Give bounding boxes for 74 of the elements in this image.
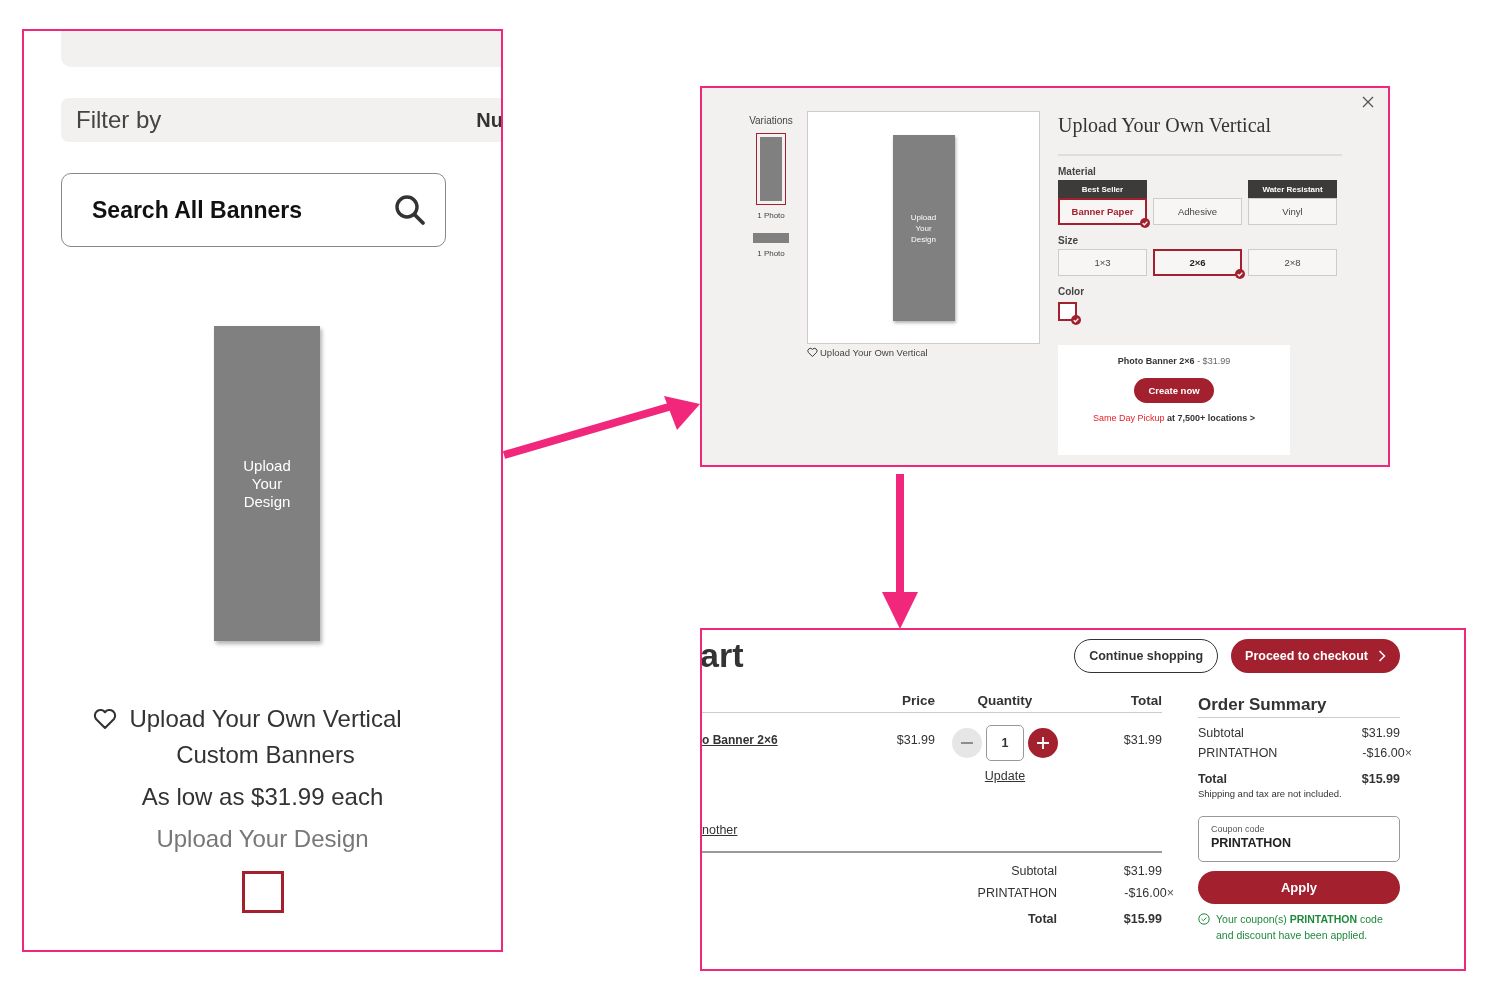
summary-title: Order Summary [1198,695,1400,718]
text-link[interactable]: nother [702,823,738,837]
price-cell-text: $31.99 [895,733,935,747]
decrease-button[interactable] [952,728,982,758]
variations-label: Variations [749,115,793,126]
pickup-link[interactable]: Same Day Pickup at 7,500+ locations > [1092,413,1256,423]
update-link[interactable]: Update [984,769,1026,783]
success-message: Your coupon(s) PRINTATHON code and discount have been applied. [1216,912,1384,943]
option-button[interactable]: Banner Paper [1058,198,1147,225]
summary-value: $31.99 [1123,863,1162,878]
option-button[interactable]: 2×8 [1248,249,1337,276]
shipping-note: Shipping and tax are not included. [1198,788,1343,799]
close-icon [1362,96,1374,108]
create-button[interactable]: Create now [1134,378,1214,403]
chevron-icon [1378,650,1386,662]
section-label: Color [1058,286,1086,297]
variation-caption: 1 Photo [757,249,785,258]
remove-button[interactable]: × [1404,746,1412,760]
option-badge: Water Resistant [1248,180,1337,198]
field-value: PRINTATHON [1211,836,1293,850]
remove-button[interactable]: × [1166,885,1174,900]
summary-value: $15.99 [1361,772,1400,786]
section-label: Size [1058,235,1079,246]
filter-label: Filter by [76,106,162,134]
increase-button[interactable] [1028,728,1058,758]
option-badge: Best Seller [1058,180,1147,198]
summary-label: Total [1027,911,1057,926]
summary-value: $15.99 [1123,911,1162,926]
field-label: Coupon code [1211,824,1266,834]
sort-label: Nu [476,108,501,132]
summary-value: -$16.00 [1362,746,1405,760]
summary-label: PRINTATHON [976,885,1057,900]
summary-value: -$16.00 [1124,885,1167,900]
checkout-button[interactable]: Proceed to checkout [1231,639,1400,673]
variation-thumbnail[interactable] [756,133,786,205]
product-caption[interactable]: Upload Your Own Vertical [820,347,928,358]
dialog-title: Upload Your Own Vertical [1058,113,1272,139]
product-thumbnail[interactable]: Upload Your Design [214,326,320,641]
search-icon [394,194,426,226]
heart-icon [92,707,117,731]
section-label: Material [1058,166,1097,177]
product-title[interactable]: Upload Your Own Vertical Custom Banners [92,701,433,773]
summary-value: $31.99 [1361,726,1400,740]
option-button[interactable]: 1×3 [1058,249,1147,276]
search-field[interactable]: Search All Banners [61,173,446,247]
quantity-field[interactable]: 1 [986,725,1024,761]
check-circle-icon [1198,913,1210,925]
summary-label: PRINTATHON [1198,746,1279,760]
coupon-field[interactable]: Coupon code PRINTATHON [1198,816,1400,862]
upload-link[interactable]: Upload Your Design [156,821,369,857]
preview-text: Upload Your Design [909,211,938,245]
summary-label: Total [1198,772,1228,786]
check-icon [1235,269,1245,279]
variation-caption: 1 Photo [757,211,785,220]
column-header: Price [900,693,935,708]
column-header: Total [1129,693,1162,708]
continue-button[interactable]: Continue shopping [1074,639,1219,673]
summary-label: Subtotal [1198,726,1245,740]
product-price: As low as $31.99 each [141,782,384,812]
apply-button[interactable]: Apply [1198,871,1400,904]
product-link[interactable]: o Banner 2×6 [702,733,778,747]
check-icon [1071,315,1081,325]
option-button[interactable]: Adhesive [1153,198,1242,225]
option-button[interactable]: 2×6 [1153,249,1242,276]
color-swatch[interactable] [241,871,284,913]
product-summary: Photo Banner 2×6 - $31.99 [1117,356,1231,366]
column-header: Quantity [976,693,1034,708]
option-button[interactable]: Vinyl [1248,198,1337,225]
total-cell-text: $31.99 [1122,733,1162,747]
heart-icon [807,347,818,358]
thumbnail-text: Upload Your Design [242,456,292,511]
plus-icon [1036,736,1050,750]
check-icon [1140,218,1150,228]
summary-label: Subtotal [1010,863,1057,878]
